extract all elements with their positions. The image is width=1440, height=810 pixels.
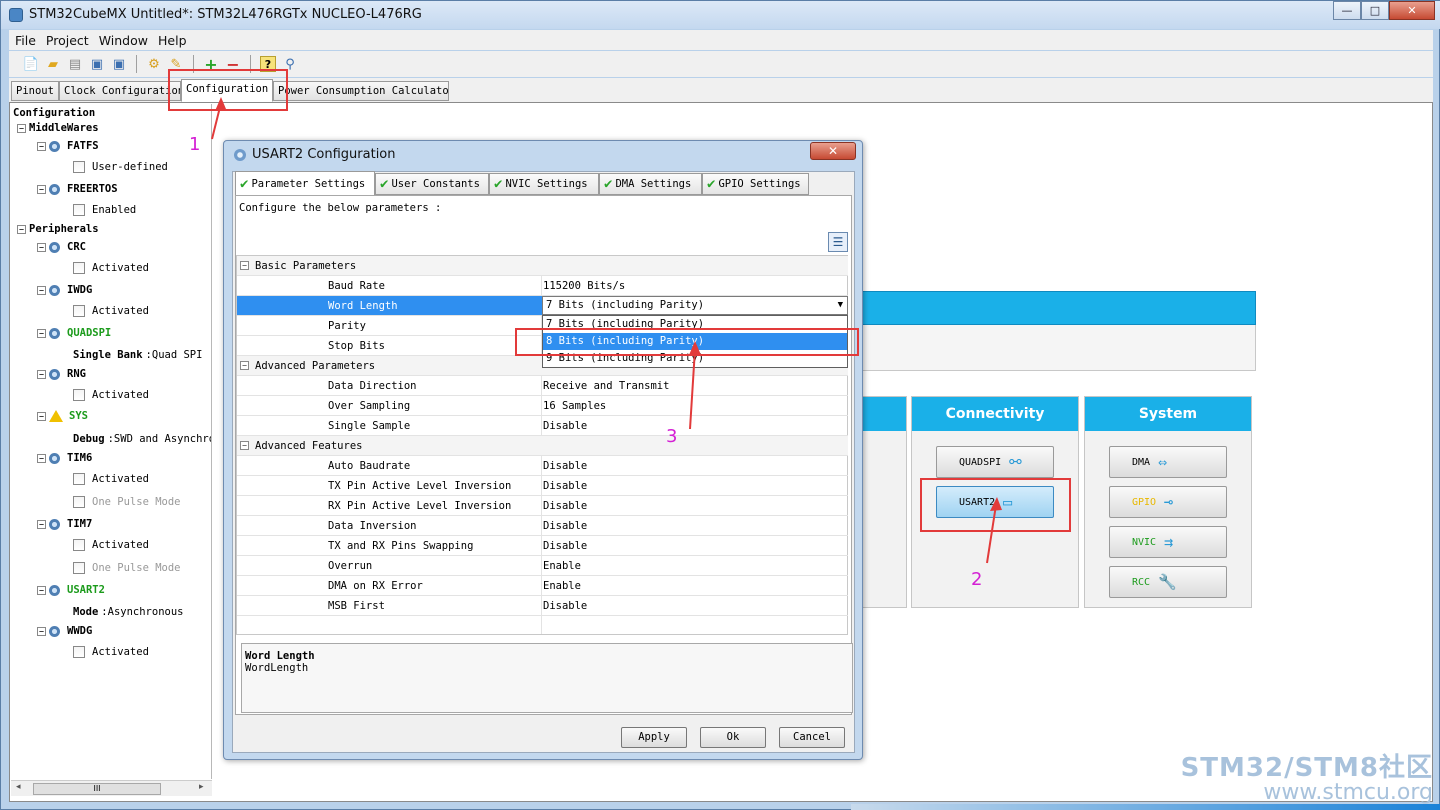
arrowhead-2 <box>990 497 1002 511</box>
annotation-arrows <box>211 97 1002 564</box>
watermark-line-1: STM32/STM8社区 <box>1180 753 1433 783</box>
arrowhead-3 <box>689 341 701 355</box>
arrow-3 <box>689 348 696 430</box>
annotation-number-3: 3 <box>666 426 678 447</box>
watermark: STM32/STM8社区 www.stmcu.org <box>1181 747 1433 805</box>
annotation-number-1: 1 <box>189 134 201 155</box>
annotation-number-2: 2 <box>971 569 983 590</box>
bottom-strip <box>851 804 1440 810</box>
arrowhead-1 <box>215 97 226 111</box>
arrow-2 <box>986 504 997 564</box>
application-window: STM32CubeMX Untitled*: STM32L476RGTx NUC… <box>0 0 1440 810</box>
